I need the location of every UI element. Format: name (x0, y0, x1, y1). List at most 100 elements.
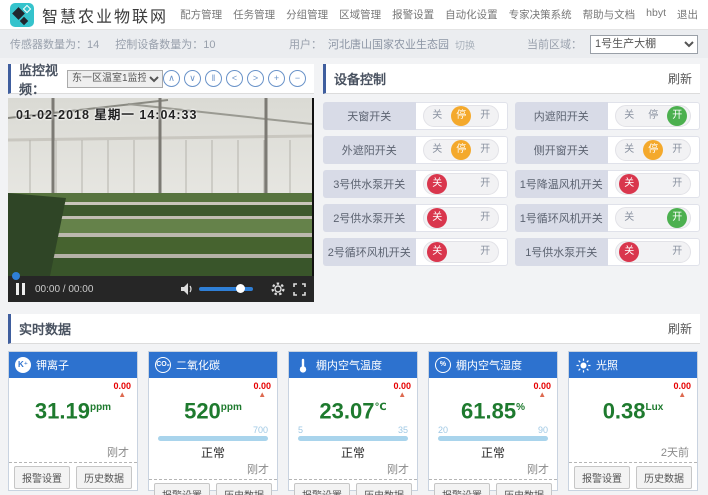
toggle-option-active[interactable]: 关 (427, 208, 447, 228)
toggle-option[interactable]: 停 (643, 106, 663, 126)
up-triangle-icon: ▲ (393, 391, 411, 398)
video-section-header: 监控视频： 东一区温室1监控 ∧ ∨ ‖ < > + − (8, 64, 314, 94)
up-triangle-icon: ▲ (533, 391, 551, 398)
menu-alarm-settings[interactable]: 报警设置 (392, 7, 434, 22)
status-text: 正常 (433, 444, 553, 461)
sensor-count: 传感器数量为：14 (10, 36, 99, 52)
device-row: 1号循环风机开关关开 (515, 204, 700, 232)
greenhouse-video-frame (8, 98, 312, 276)
toggle-option[interactable]: 关 (427, 140, 447, 160)
device-label: 天窗开关 (323, 102, 416, 130)
sensor-value: 61.85% (433, 397, 553, 422)
device-label: 内遮阳开关 (515, 102, 608, 130)
toggle-option[interactable]: 开 (475, 208, 495, 228)
pan-right-icon[interactable]: > (247, 70, 264, 87)
play-pause-button[interactable] (16, 283, 25, 295)
video-player[interactable]: 01-02-2018 星期一 14:04:33 00:00 / 00:00 (8, 98, 314, 302)
region-select[interactable]: 1号生产大棚 (590, 35, 698, 54)
zoom-out-icon[interactable]: − (289, 70, 306, 87)
alarm-settings-button[interactable]: 报警设置 (154, 483, 210, 495)
zoom-in-icon[interactable]: + (268, 70, 285, 87)
device-label: 1号降温风机开关 (515, 170, 608, 198)
history-data-button[interactable]: 历史数据 (636, 466, 692, 489)
toggle-option-active[interactable]: 开 (667, 106, 687, 126)
delta-indicator: 0.00▲ (253, 381, 271, 398)
up-triangle-icon: ▲ (113, 391, 131, 398)
toggle-option[interactable]: 关 (619, 208, 639, 228)
alarm-settings-button[interactable]: 报警设置 (14, 466, 70, 489)
history-data-button[interactable]: 历史数据 (496, 483, 552, 495)
sensor-value: 0.38Lux (573, 397, 693, 422)
toggle-option[interactable]: 关 (619, 140, 639, 160)
menu-task-mgmt[interactable]: 任务管理 (233, 7, 275, 22)
progress-dot[interactable] (12, 272, 20, 280)
device-label: 外遮阳开关 (323, 136, 416, 164)
pause-icon[interactable]: ‖ (205, 70, 222, 87)
pan-up-icon[interactable]: ∧ (163, 70, 180, 87)
toggle-option[interactable]: 开 (475, 106, 495, 126)
user-name: 河北唐山国家农业生态园 (328, 36, 449, 52)
camera-select[interactable]: 东一区温室1监控 (67, 70, 163, 88)
alarm-settings-button[interactable]: 报警设置 (574, 466, 630, 489)
pan-down-icon[interactable]: ∨ (184, 70, 201, 87)
volume-icon[interactable] (181, 283, 194, 295)
toggle-option-active[interactable]: 开 (667, 208, 687, 228)
menu-help-docs[interactable]: 帮助与文档 (583, 7, 636, 22)
toggle-option-active[interactable]: 停 (643, 140, 663, 160)
volume-slider[interactable] (199, 287, 253, 291)
card-label: 光照 (596, 357, 618, 373)
realtime-refresh-link[interactable]: 刷新 (668, 320, 692, 337)
toggle-option[interactable]: 关 (427, 106, 447, 126)
toggle-option-active[interactable]: 关 (427, 242, 447, 262)
history-data-button[interactable]: 历史数据 (76, 466, 132, 489)
switch-user-link[interactable]: 切换 (455, 37, 475, 52)
alarm-settings-button[interactable]: 报警设置 (434, 483, 490, 495)
menu-username[interactable]: hbyt (646, 7, 666, 22)
toggle-option[interactable]: 开 (475, 140, 495, 160)
delta-indicator: 0.00▲ (393, 381, 411, 398)
device-row: 1号供水泵开关关开 (515, 238, 700, 266)
sensor-card-potassium: K⁺钾离子 0.00▲ 31.19ppm 刚才 报警设置 历史数据 (8, 351, 138, 491)
history-data-button[interactable]: 历史数据 (356, 483, 412, 495)
fullscreen-icon[interactable] (293, 283, 306, 296)
toggle-option[interactable]: 开 (475, 174, 495, 194)
device-toggle: 关开 (615, 173, 691, 195)
toggle-option-active[interactable]: 停 (451, 106, 471, 126)
menu-region-mgmt[interactable]: 区域管理 (339, 7, 381, 22)
toggle-option-active[interactable]: 停 (451, 140, 471, 160)
update-time: 刚才 (433, 461, 553, 477)
toggle-option[interactable]: 开 (475, 242, 495, 262)
toggle-option[interactable]: 开 (667, 140, 687, 160)
update-time: 刚才 (153, 461, 273, 477)
device-count: 控制设备数量为：10 (115, 36, 215, 52)
toggle-option[interactable]: 开 (667, 174, 687, 194)
toggle-option[interactable]: 关 (619, 106, 639, 126)
device-refresh-link[interactable]: 刷新 (668, 70, 692, 87)
video-section-title: 监控视频： (19, 60, 63, 98)
sensor-card-air-temperature: 棚内空气温度 0.00▲ 23.07℃ 535 正常 刚才 报警设置 历史数据 (288, 351, 418, 491)
menu-expert-system[interactable]: 专家决策系统 (509, 7, 572, 22)
alarm-settings-button[interactable]: 报警设置 (294, 483, 350, 495)
video-time: 00:00 / 00:00 (35, 284, 93, 295)
toggle-option-active[interactable]: 关 (427, 174, 447, 194)
menu-automation-settings[interactable]: 自动化设置 (445, 7, 498, 22)
app-title: 智慧农业物联网 (42, 3, 168, 27)
pan-left-icon[interactable]: < (226, 70, 243, 87)
status-bar: 传感器数量为：14 控制设备数量为：10 用户： 河北唐山国家农业生态园 切换 … (0, 30, 708, 58)
menu-group-mgmt[interactable]: 分组管理 (286, 7, 328, 22)
toggle-option-active[interactable]: 关 (619, 242, 639, 262)
menu-logout[interactable]: 退出 (677, 7, 698, 22)
menu-recipe-mgmt[interactable]: 配方管理 (180, 7, 222, 22)
history-data-button[interactable]: 历史数据 (216, 483, 272, 495)
range-bar (438, 436, 548, 441)
sensor-cards: K⁺钾离子 0.00▲ 31.19ppm 刚才 报警设置 历史数据 CO₂二氧化… (8, 351, 700, 491)
toggle-option[interactable]: 开 (667, 242, 687, 262)
toggle-option-active[interactable]: 关 (619, 174, 639, 194)
device-row: 外遮阳开关关停开 (323, 136, 508, 164)
device-control-title: 设备控制 (334, 69, 386, 88)
settings-gear-icon[interactable] (271, 282, 285, 296)
status-text: 正常 (293, 444, 413, 461)
device-label: 2号循环风机开关 (323, 238, 416, 266)
status-text: 正常 (153, 444, 273, 461)
user-label: 用户： (289, 36, 322, 52)
